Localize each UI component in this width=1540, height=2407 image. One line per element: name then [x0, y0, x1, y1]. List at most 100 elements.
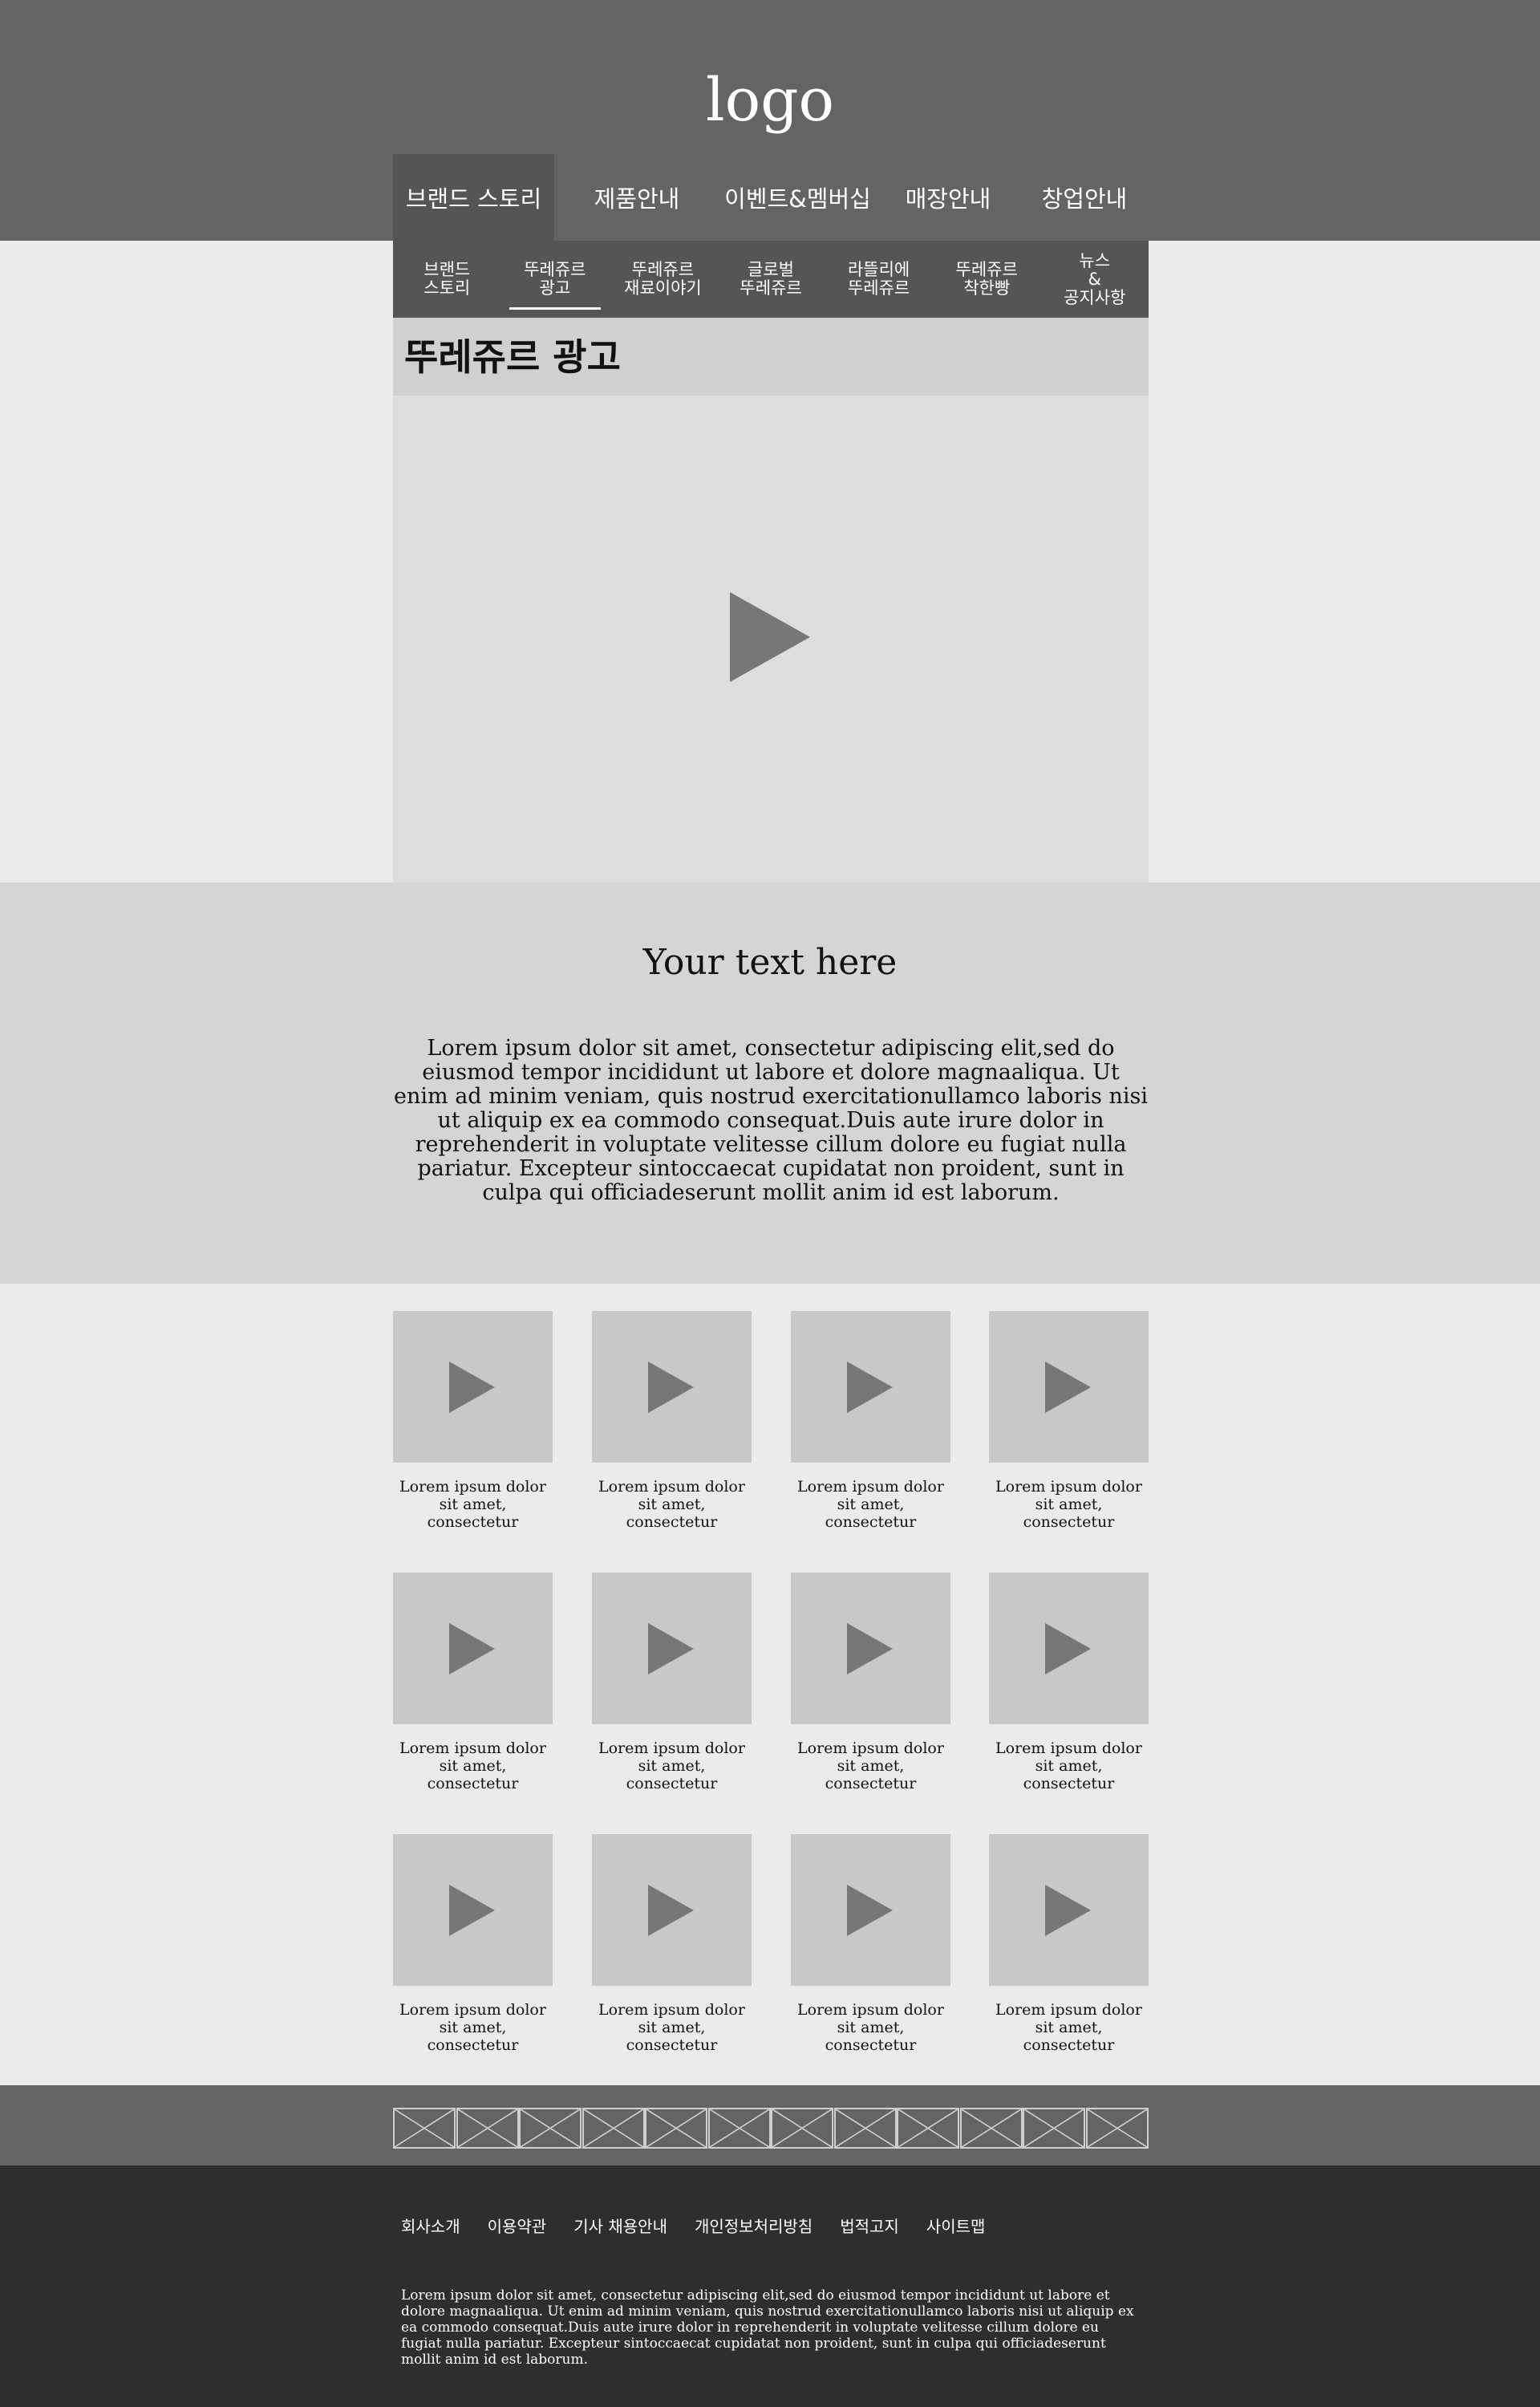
section-heading: Your text here: [642, 942, 898, 983]
video-card: Lorem ipsum dolor sit amet, consectetur …: [989, 1311, 1149, 1531]
nav-item-brand-story[interactable]: 브랜드 스토리: [393, 154, 554, 241]
video-thumbnail[interactable]: [791, 1311, 950, 1463]
footer-link-terms[interactable]: 이용약관: [488, 2216, 547, 2237]
video-caption: Lorem ipsum dolor sit amet, consectetur …: [797, 1478, 944, 1531]
main-nav: 브랜드 스토리 제품안내 이벤트&멤버십 매장안내 창업안내: [393, 154, 1149, 241]
video-card: Lorem ipsum dolor sit amet, consectetur …: [989, 1573, 1149, 1792]
video-thumbnail[interactable]: [989, 1573, 1149, 1724]
video-thumbnail[interactable]: [592, 1311, 752, 1463]
play-icon[interactable]: [648, 1885, 694, 1936]
partner-logo[interactable]: [519, 2108, 582, 2149]
video-caption: Lorem ipsum dolor sit amet, consectetur …: [995, 1478, 1142, 1531]
subnav-item-news-notice[interactable]: 뉴스 & 공지사항: [1040, 241, 1149, 318]
image-placeholder-icon: [395, 2109, 454, 2147]
image-placeholder-icon: [898, 2109, 958, 2147]
video-thumbnail[interactable]: [791, 1834, 950, 1986]
video-caption: Lorem ipsum dolor sit amet, consectetur …: [399, 1478, 546, 1531]
partner-logo-row: [393, 2108, 1149, 2149]
partner-logo[interactable]: [1085, 2108, 1149, 2149]
footer-link-sitemap[interactable]: 사이트맵: [926, 2216, 986, 2237]
partner-logo[interactable]: [582, 2108, 645, 2149]
play-icon[interactable]: [648, 1362, 694, 1413]
image-placeholder-icon: [1024, 2109, 1084, 2147]
image-placeholder-icon: [772, 2109, 833, 2147]
nav-item-franchise[interactable]: 창업안내: [1020, 154, 1149, 241]
partner-logo[interactable]: [959, 2108, 1023, 2149]
video-card: Lorem ipsum dolor sit amet, consectetur …: [393, 1834, 553, 2054]
video-card: Lorem ipsum dolor sit amet, consectetur …: [393, 1573, 553, 1792]
video-card: Lorem ipsum dolor sit amet, consectetur …: [791, 1311, 950, 1531]
play-icon[interactable]: [449, 1885, 495, 1936]
subnav-item-ads[interactable]: 뚜레쥬르 광고: [501, 241, 610, 318]
video-thumbnail[interactable]: [393, 1834, 553, 1986]
video-thumbnail[interactable]: [989, 1311, 1149, 1463]
partner-logo[interactable]: [1023, 2108, 1086, 2149]
partner-logo[interactable]: [771, 2108, 834, 2149]
video-grid: Lorem ipsum dolor sit amet, consectetur …: [393, 1311, 1149, 2081]
video-thumbnail[interactable]: [592, 1573, 752, 1724]
video-thumbnail[interactable]: [393, 1573, 553, 1724]
footer-link-about[interactable]: 회사소개: [401, 2216, 460, 2237]
video-card: Lorem ipsum dolor sit amet, consectetur …: [592, 1834, 752, 2054]
sub-nav: 브랜드 스토리 뚜레쥬르 광고 뚜레쥬르 재료이야기 글로벌 뚜레쥬르 라뜰리에…: [393, 241, 1149, 318]
play-icon[interactable]: [1045, 1362, 1091, 1413]
subnav-item-global[interactable]: 글로벌 뚜레쥬르: [717, 241, 825, 318]
image-placeholder-icon: [521, 2109, 581, 2147]
video-thumbnail[interactable]: [592, 1834, 752, 1986]
video-caption: Lorem ipsum dolor sit amet, consectetur …: [995, 1739, 1142, 1792]
partner-bar: [0, 2085, 1540, 2165]
nav-item-products[interactable]: 제품안내: [554, 154, 719, 241]
page-title-bar: 뚜레쥬르 광고: [393, 318, 1149, 396]
page-title: 뚜레쥬르 광고: [404, 335, 621, 379]
image-placeholder-icon: [646, 2109, 707, 2147]
video-caption: Lorem ipsum dolor sit amet, consectetur …: [399, 1739, 546, 1792]
footer-link-privacy[interactable]: 개인정보처리방침: [695, 2216, 813, 2237]
image-placeholder-icon: [835, 2109, 895, 2147]
footer-link-careers[interactable]: 기사 채용안내: [573, 2216, 667, 2237]
play-icon[interactable]: [449, 1362, 495, 1413]
image-placeholder-icon: [1087, 2109, 1147, 2147]
video-caption: Lorem ipsum dolor sit amet, consectetur …: [598, 1478, 745, 1531]
play-icon[interactable]: [1045, 1623, 1091, 1674]
subnav-item-latelier[interactable]: 라뜰리에 뚜레쥬르: [825, 241, 933, 318]
video-card: Lorem ipsum dolor sit amet, consectetur …: [592, 1573, 752, 1792]
video-caption: Lorem ipsum dolor sit amet, consectetur …: [598, 2001, 745, 2054]
video-thumbnail[interactable]: [791, 1573, 950, 1724]
subnav-item-ingredients[interactable]: 뚜레쥬르 재료이야기: [609, 241, 717, 318]
video-thumbnail[interactable]: [393, 1311, 553, 1463]
play-icon[interactable]: [449, 1623, 495, 1674]
partner-logo[interactable]: [833, 2108, 897, 2149]
site-header: logo 브랜드 스토리 제품안내 이벤트&멤버십 매장안내 창업안내: [0, 0, 1540, 241]
nav-item-events-membership[interactable]: 이벤트&멤버십: [719, 154, 876, 241]
text-section: Your text here Lorem ipsum dolor sit ame…: [0, 883, 1540, 1284]
video-card: Lorem ipsum dolor sit amet, consectetur …: [791, 1573, 950, 1792]
image-placeholder-icon: [709, 2109, 769, 2147]
partner-logo[interactable]: [645, 2108, 708, 2149]
nav-item-stores[interactable]: 매장안내: [876, 154, 1020, 241]
partner-logo[interactable]: [707, 2108, 771, 2149]
video-thumbnail[interactable]: [989, 1834, 1149, 1986]
video-card: Lorem ipsum dolor sit amet, consectetur …: [393, 1311, 553, 1531]
main-video-player[interactable]: [393, 396, 1149, 883]
play-icon[interactable]: [847, 1362, 893, 1413]
footer-link-legal[interactable]: 법적고지: [840, 2216, 899, 2237]
play-icon[interactable]: [730, 592, 810, 682]
video-caption: Lorem ipsum dolor sit amet, consectetur …: [995, 2001, 1142, 2054]
site-logo[interactable]: logo: [0, 64, 1540, 136]
video-caption: Lorem ipsum dolor sit amet, consectetur …: [797, 1739, 944, 1792]
video-caption: Lorem ipsum dolor sit amet, consectetur …: [797, 2001, 944, 2054]
image-placeholder-icon: [583, 2109, 643, 2147]
video-caption: Lorem ipsum dolor sit amet, consectetur …: [399, 2001, 546, 2054]
play-icon[interactable]: [847, 1885, 893, 1936]
video-card: Lorem ipsum dolor sit amet, consectetur …: [592, 1311, 752, 1531]
partner-logo[interactable]: [456, 2108, 519, 2149]
play-icon[interactable]: [1045, 1885, 1091, 1936]
subnav-item-good-bread[interactable]: 뚜레쥬르 착한빵: [933, 241, 1041, 318]
video-card: Lorem ipsum dolor sit amet, consectetur …: [989, 1834, 1149, 2054]
play-icon[interactable]: [847, 1623, 893, 1674]
partner-logo[interactable]: [897, 2108, 960, 2149]
play-icon[interactable]: [648, 1623, 694, 1674]
partner-logo[interactable]: [393, 2108, 456, 2149]
subnav-item-brand-story[interactable]: 브랜드 스토리: [393, 241, 501, 318]
video-caption: Lorem ipsum dolor sit amet, consectetur …: [598, 1739, 745, 1792]
